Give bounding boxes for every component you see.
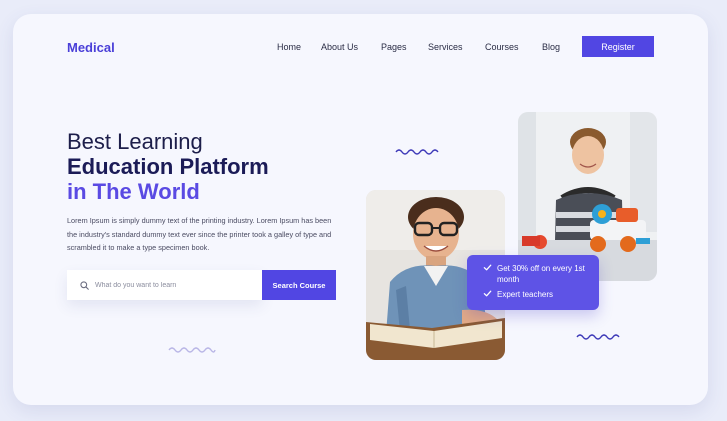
search-course-button[interactable]: Search Course [262,270,336,300]
feature-badge: Get 30% off on every 1st month Expert te… [467,255,599,310]
hero-title-line2: Education Platform [67,154,269,179]
hero-description: Lorem Ipsum is simply dummy text of the … [67,216,332,252]
squiggle-decoration [168,347,216,353]
check-icon [483,264,492,271]
nav-pages[interactable]: Pages [381,42,407,52]
hero-title-line3: in The World [67,179,200,204]
squiggle-decoration [395,149,439,155]
nav-about-us[interactable]: About Us [321,42,358,52]
nav-blog[interactable]: Blog [542,42,560,52]
squiggle-decoration [576,334,620,340]
check-icon [483,290,492,297]
nav-home[interactable]: Home [277,42,301,52]
search-bar [67,270,262,300]
search-icon [80,280,89,290]
search-input[interactable] [95,281,255,289]
badge-item: Get 30% off on every 1st month [483,263,599,285]
register-button[interactable]: Register [582,36,654,57]
nav-services[interactable]: Services [428,42,463,52]
nav-courses[interactable]: Courses [485,42,519,52]
site-logo[interactable]: Medical [67,40,115,55]
badge-item-text: Expert teachers [497,290,554,299]
badge-item-text: Get 30% off on every 1st month [497,264,585,284]
hero-title-line1: Best Learning [67,129,203,154]
badge-item: Expert teachers [483,289,599,300]
